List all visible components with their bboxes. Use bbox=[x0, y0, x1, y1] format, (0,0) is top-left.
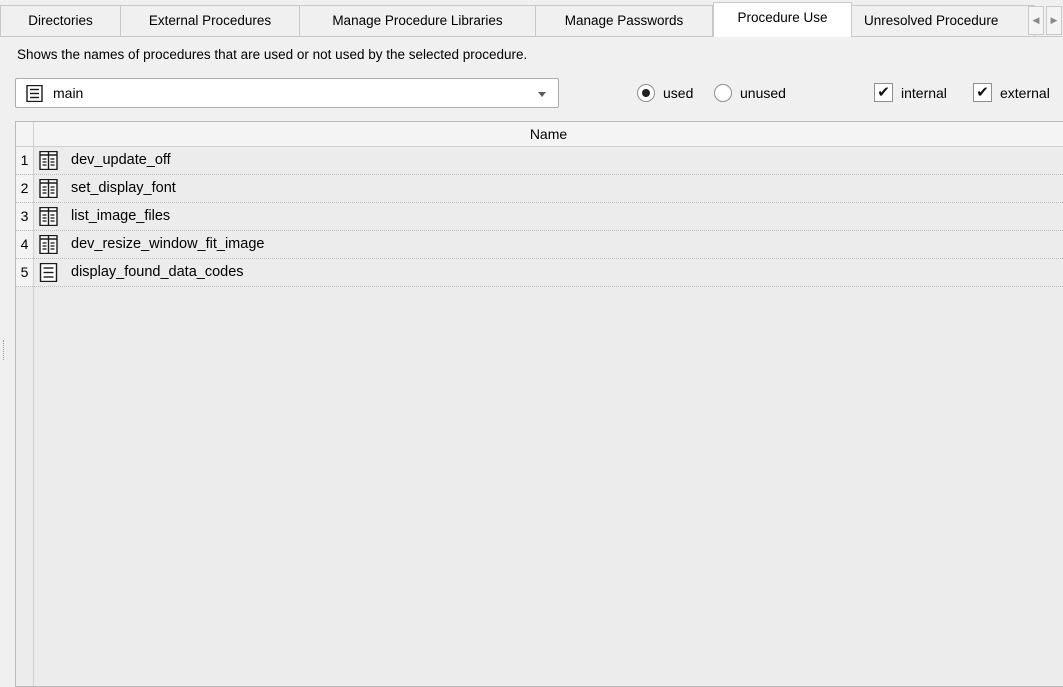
column-header-name[interactable]: Name bbox=[34, 122, 1063, 147]
procedure-select-value: main bbox=[53, 85, 84, 101]
internal-checkbox[interactable]: ✔ bbox=[874, 83, 893, 102]
panel-description: Shows the names of procedures that are u… bbox=[17, 47, 528, 62]
tab-scroll-right-button[interactable]: ▶ bbox=[1046, 6, 1062, 35]
procedure-icon bbox=[26, 84, 43, 105]
internal-checkbox-label[interactable]: internal bbox=[901, 85, 947, 101]
procedure-select[interactable]: main bbox=[15, 78, 559, 108]
procedure-local-icon bbox=[39, 262, 58, 285]
procedure-name[interactable]: display_found_data_codes bbox=[71, 259, 244, 286]
procedure-external-icon bbox=[39, 178, 58, 201]
radio-dot bbox=[642, 89, 650, 97]
tab-unresolved-procedure[interactable]: Unresolved Procedure bbox=[852, 5, 1035, 36]
row-number[interactable]: 1 bbox=[16, 147, 34, 174]
table-row[interactable]: 5 display_found_data_codes bbox=[16, 259, 1063, 287]
table-row[interactable]: 4 dev_resize_window_fit_image bbox=[16, 231, 1063, 259]
checkmark-icon: ✔ bbox=[976, 84, 989, 101]
tab-bar: Directories External Procedures Manage P… bbox=[0, 0, 1063, 37]
tab-directories[interactable]: Directories bbox=[0, 5, 121, 36]
procedure-name[interactable]: list_image_files bbox=[71, 203, 170, 230]
procedure-use-panel: Shows the names of procedures that are u… bbox=[0, 37, 1063, 687]
tab-external-procedures[interactable]: External Procedures bbox=[121, 5, 300, 36]
tab-procedure-use[interactable]: Procedure Use bbox=[713, 2, 852, 37]
table-row[interactable]: 1 dev_update_off bbox=[16, 147, 1063, 175]
used-radio[interactable] bbox=[637, 84, 655, 102]
external-checkbox[interactable]: ✔ bbox=[973, 83, 992, 102]
procedure-table[interactable]: Name 1 dev_update_off 2 set_display_font… bbox=[15, 121, 1063, 687]
row-number[interactable]: 3 bbox=[16, 203, 34, 230]
tab-manage-passwords[interactable]: Manage Passwords bbox=[536, 5, 713, 36]
unused-radio-label[interactable]: unused bbox=[740, 85, 786, 101]
used-radio-label[interactable]: used bbox=[663, 85, 693, 101]
row-number[interactable]: 2 bbox=[16, 175, 34, 202]
table-corner[interactable] bbox=[16, 122, 34, 147]
tab-scroll-left-button[interactable]: ◀ bbox=[1028, 6, 1044, 35]
splitter-handle[interactable] bbox=[3, 340, 5, 360]
procedure-external-icon bbox=[39, 206, 58, 229]
row-number[interactable]: 5 bbox=[16, 259, 34, 286]
procedure-name[interactable]: dev_update_off bbox=[71, 147, 171, 174]
procedure-name[interactable]: set_display_font bbox=[71, 175, 176, 202]
chevron-down-icon bbox=[538, 92, 546, 97]
procedure-name[interactable]: dev_resize_window_fit_image bbox=[71, 231, 264, 258]
arrow-left-icon: ◀ bbox=[1032, 15, 1040, 25]
table-row[interactable]: 2 set_display_font bbox=[16, 175, 1063, 203]
table-rows: 1 dev_update_off 2 set_display_font 3 li… bbox=[16, 147, 1063, 287]
procedure-external-icon bbox=[39, 234, 58, 257]
arrow-right-icon: ▶ bbox=[1050, 15, 1058, 25]
checkmark-icon: ✔ bbox=[877, 84, 890, 101]
tab-manage-procedure-libraries[interactable]: Manage Procedure Libraries bbox=[300, 5, 536, 36]
procedure-external-icon bbox=[39, 150, 58, 173]
external-checkbox-label[interactable]: external bbox=[1000, 85, 1050, 101]
table-row[interactable]: 3 list_image_files bbox=[16, 203, 1063, 231]
row-number[interactable]: 4 bbox=[16, 231, 34, 258]
unused-radio[interactable] bbox=[714, 84, 732, 102]
